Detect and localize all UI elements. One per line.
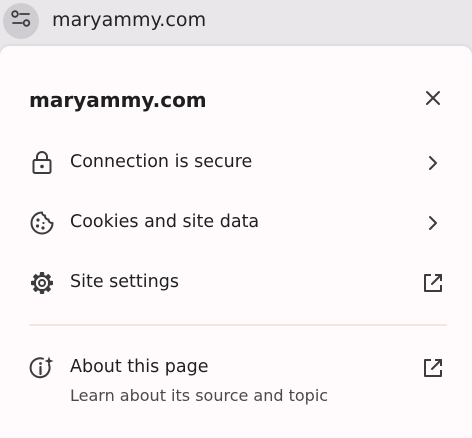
url-text[interactable]: maryammy.com — [52, 9, 206, 31]
site-settings-label: Site settings — [70, 272, 179, 292]
connection-security-label: Connection is secure — [70, 152, 253, 172]
close-icon — [424, 89, 442, 111]
site-settings-item[interactable]: Site settings — [0, 257, 472, 309]
cookies-site-data-label: Cookies and site data — [70, 212, 260, 232]
info-sparkle-icon — [29, 355, 55, 381]
address-bar: maryammy.com — [0, 0, 472, 44]
chevron-right-icon — [420, 210, 446, 236]
gear-icon — [29, 270, 55, 296]
about-this-page-sublabel: Learn about its source and topic — [70, 386, 329, 405]
cookie-icon — [29, 210, 55, 236]
site-info-button[interactable] — [3, 3, 39, 39]
divider — [29, 324, 447, 326]
lock-icon — [29, 150, 55, 176]
popup-title: maryammy.com — [29, 88, 207, 112]
tune-icon — [10, 8, 32, 34]
site-info-popup: maryammy.com Connection is secure Cookie… — [0, 46, 472, 438]
connection-security-item[interactable]: Connection is secure — [0, 137, 472, 189]
open-in-new-icon — [420, 355, 446, 381]
open-in-new-icon — [420, 270, 446, 296]
cookies-site-data-item[interactable]: Cookies and site data — [0, 197, 472, 249]
about-this-page-label: About this page — [70, 357, 209, 377]
chevron-right-icon — [420, 150, 446, 176]
close-button[interactable] — [419, 86, 447, 114]
